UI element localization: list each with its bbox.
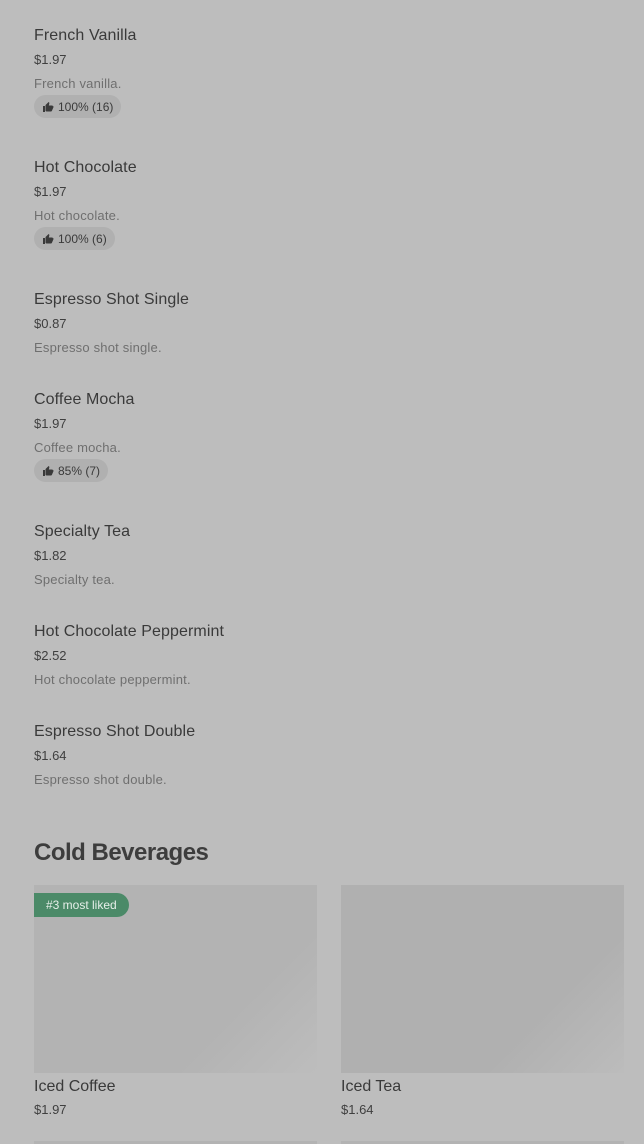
item-price: $1.82 — [34, 548, 67, 563]
menu-item-espresso-shot-single[interactable]: Espresso Shot Single $0.87 Espresso shot… — [34, 290, 624, 360]
rating-badge: 85% (7) — [34, 459, 109, 482]
item-name: Hot Chocolate Peppermint — [34, 623, 225, 640]
item-name: Coffee Mocha — [34, 391, 135, 408]
item-price: $1.97 — [34, 416, 67, 431]
item-price: $1.97 — [34, 184, 67, 199]
rating-text: 85% (7) — [58, 463, 101, 478]
item-price: $1.64 — [34, 748, 67, 763]
rating-text: 100% (6) — [58, 231, 107, 246]
product-card-iced-coffee[interactable]: #3 most liked Iced Coffee $1.97 — [34, 885, 317, 1125]
item-description: Hot chocolate. — [34, 208, 120, 223]
item-description: Specialty tea. — [34, 572, 115, 587]
thumbs-up-icon — [43, 465, 54, 476]
menu-item-coffee-mocha[interactable]: Coffee Mocha $1.97 Coffee mocha. 85% (7) — [34, 390, 624, 490]
menu-item-specialty-tea[interactable]: Specialty Tea $1.82 Specialty tea. — [34, 522, 624, 592]
menu-item-espresso-shot-double[interactable]: Espresso Shot Double $1.64 Espresso shot… — [34, 722, 624, 792]
menu-item-hot-chocolate-peppermint[interactable]: Hot Chocolate Peppermint $2.52 Hot choco… — [34, 622, 624, 692]
section-title-cold-beverages: Cold Beverages — [34, 839, 209, 866]
card-price: $1.64 — [341, 1102, 374, 1117]
item-name: Espresso Shot Double — [34, 723, 196, 740]
card-name: Iced Tea — [341, 1078, 402, 1095]
thumbs-up-icon — [43, 233, 54, 244]
item-name: Hot Chocolate — [34, 159, 137, 176]
menu-page: French Vanilla $1.97 French vanilla. 100… — [0, 0, 644, 1144]
rating-badge: 100% (6) — [34, 227, 115, 250]
item-description: French vanilla. — [34, 76, 122, 91]
item-name: Specialty Tea — [34, 523, 131, 540]
item-name: French Vanilla — [34, 27, 137, 44]
item-description: Espresso shot double. — [34, 772, 167, 787]
item-name: Espresso Shot Single — [34, 291, 189, 308]
item-price: $2.52 — [34, 648, 67, 663]
product-image — [341, 885, 624, 1073]
item-price: $0.87 — [34, 316, 67, 331]
product-card-iced-tea[interactable]: Iced Tea $1.64 — [341, 885, 624, 1125]
menu-item-french-vanilla[interactable]: French Vanilla $1.97 French vanilla. 100… — [34, 26, 624, 126]
card-price: $1.97 — [34, 1102, 67, 1117]
rating-text: 100% (16) — [58, 99, 114, 114]
item-description: Espresso shot single. — [34, 340, 162, 355]
most-liked-badge: #3 most liked — [34, 893, 129, 917]
menu-item-hot-chocolate[interactable]: Hot Chocolate $1.97 Hot chocolate. 100% … — [34, 158, 624, 258]
card-name: Iced Coffee — [34, 1078, 116, 1095]
rating-badge: 100% (16) — [34, 95, 122, 118]
item-description: Coffee mocha. — [34, 440, 121, 455]
thumbs-up-icon — [43, 101, 54, 112]
item-price: $1.97 — [34, 52, 67, 67]
item-description: Hot chocolate peppermint. — [34, 672, 191, 687]
